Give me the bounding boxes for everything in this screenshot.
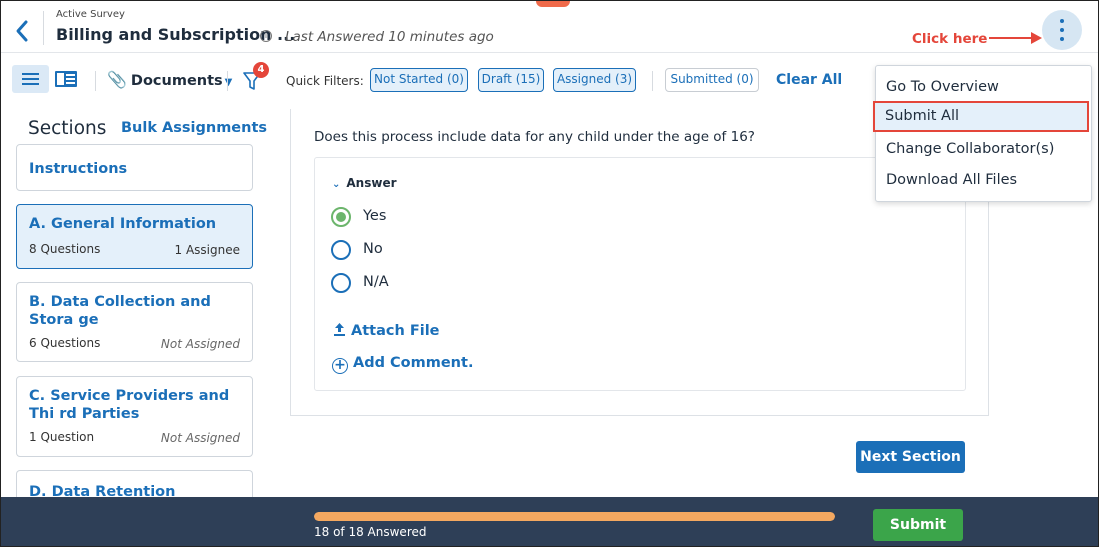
answer-toggle[interactable]: ⌄ Answer <box>332 176 397 190</box>
footer-bar: 18 of 18 Answered Submit <box>1 497 1098 546</box>
more-options-icon[interactable] <box>1042 10 1082 50</box>
filter-chip-assigned[interactable]: Assigned (3) <box>553 68 636 92</box>
section-card-data-collection[interactable]: B. Data Collection and Stora ge 6 Questi… <box>16 282 253 362</box>
radio-label-yes[interactable]: Yes <box>363 208 386 224</box>
progress-text: 18 of 18 Answered <box>314 525 427 539</box>
documents-dropdown[interactable]: 📎 Documents ▼ <box>107 70 232 90</box>
upload-icon <box>334 323 345 336</box>
header-divider <box>43 11 44 45</box>
section-card-service-providers[interactable]: C. Service Providers and Thi rd Parties … <box>16 376 253 457</box>
radio-na[interactable] <box>331 273 351 293</box>
radio-label-na[interactable]: N/A <box>363 274 389 290</box>
section-question-count: 8 Questions <box>29 242 101 256</box>
bulk-assignments-link[interactable]: Bulk Assignments <box>121 120 267 136</box>
section-assignee: Not Assigned <box>160 431 240 445</box>
active-survey-label: Active Survey <box>56 9 125 20</box>
progress-fill <box>314 512 835 521</box>
list-view-icon[interactable] <box>12 65 49 93</box>
radio-yes[interactable] <box>331 207 351 227</box>
progress-bar <box>314 512 835 521</box>
section-question-count: 6 Questions <box>29 336 101 350</box>
submit-button[interactable]: Submit <box>873 509 963 541</box>
click-here-annotation: Click here <box>912 31 988 47</box>
last-answered-text: Last Answered 10 minutes ago <box>285 29 494 45</box>
more-options-menu: Go To Overview Change Collaborator(s) Do… <box>875 65 1092 202</box>
sections-heading: Sections <box>28 118 107 139</box>
card-view-icon[interactable] <box>52 65 80 93</box>
top-tab-handle[interactable] <box>536 1 570 7</box>
menu-item-download-all-files[interactable]: Download All Files <box>886 172 1017 188</box>
quick-filters-label: Quick Filters: <box>286 74 364 88</box>
attach-file-label: Attach File <box>351 323 440 339</box>
toolbar-divider <box>652 71 653 91</box>
paperclip-icon: 📎 <box>107 70 127 89</box>
next-section-button[interactable]: Next Section <box>856 441 965 473</box>
filter-chip-submitted[interactable]: Submitted (0) <box>665 68 759 92</box>
section-assignee: Not Assigned <box>160 337 240 351</box>
arrow-right-icon <box>989 32 1042 44</box>
menu-item-go-to-overview[interactable]: Go To Overview <box>886 79 999 95</box>
radio-label-no[interactable]: No <box>363 241 383 257</box>
section-name: C. Service Providers and Thi rd Parties <box>29 388 230 422</box>
section-card-general-information[interactable]: A. General Information 8 Questions 1 Ass… <box>16 204 253 269</box>
answer-toggle-label: Answer <box>346 176 397 190</box>
clear-all-link[interactable]: Clear All <box>776 72 842 88</box>
app-frame: Active Survey Billing and Subscription .… <box>0 0 1099 547</box>
radio-no[interactable] <box>331 240 351 260</box>
section-question-count: 1 Question <box>29 430 95 444</box>
section-name: A. General Information <box>29 216 217 232</box>
section-name: B. Data Collection and Stora ge <box>29 294 211 328</box>
add-comment-label: Add Comment. <box>353 355 474 371</box>
filter-count-badge: 4 <box>253 62 269 78</box>
add-comment-link[interactable]: + Add Comment. <box>332 355 473 374</box>
section-card-instructions[interactable]: Instructions <box>16 144 253 191</box>
toolbar-divider <box>227 71 228 91</box>
question-text: Does this process include data for any c… <box>314 129 755 145</box>
chevron-down-icon: ▼ <box>224 77 233 88</box>
plus-circle-icon: + <box>332 358 348 374</box>
menu-item-submit-all-label: Submit All <box>885 108 960 124</box>
section-name: Instructions <box>29 161 128 177</box>
attach-file-link[interactable]: Attach File <box>333 322 440 339</box>
chevron-down-icon: ⌄ <box>332 179 341 190</box>
info-icon[interactable]: i <box>260 30 272 42</box>
header: Active Survey Billing and Subscription .… <box>1 1 1098 53</box>
back-icon[interactable] <box>11 17 33 45</box>
filter-chip-draft[interactable]: Draft (15) <box>478 68 544 92</box>
filter-chip-not-started[interactable]: Not Started (0) <box>370 68 468 92</box>
documents-label: Documents <box>130 73 223 89</box>
menu-item-change-collaborators[interactable]: Change Collaborator(s) <box>886 141 1054 157</box>
section-assignee: 1 Assignee <box>174 243 240 257</box>
toolbar-divider <box>95 71 96 91</box>
menu-item-submit-all[interactable]: Submit All <box>873 101 1089 132</box>
